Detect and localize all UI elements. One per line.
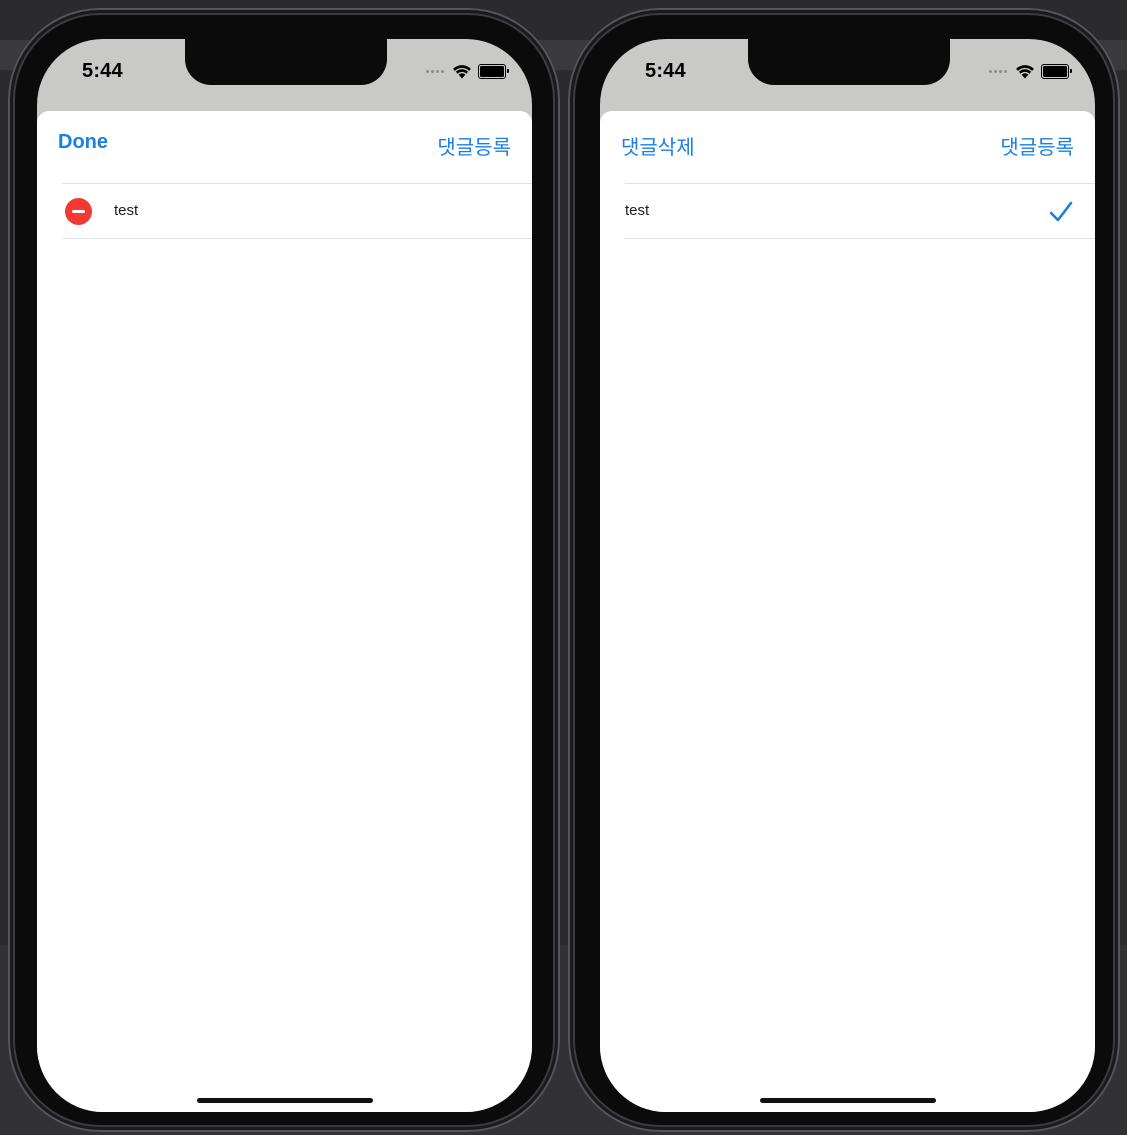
row-label: test [114, 202, 139, 219]
divider [62, 238, 532, 239]
register-comment-button[interactable]: 댓글등록 [1000, 131, 1074, 160]
navigation-bar: 댓글삭제 댓글등록 [600, 111, 1095, 183]
iphone-frame-normal: 5:44 댓글삭제 댓글등록 test [568, 8, 1120, 1132]
navigation-bar: Done 댓글등록 [37, 111, 532, 183]
status-time: 5:44 [645, 60, 686, 82]
divider [625, 238, 1095, 239]
iphone-frame-editing: 5:44 Done 댓글등록 test [8, 8, 560, 1132]
phone-screen: 5:44 댓글삭제 댓글등록 test [600, 39, 1095, 1112]
table-row[interactable]: test [37, 184, 532, 239]
comment-sheet: 댓글삭제 댓글등록 test [600, 111, 1095, 1112]
cellular-dots-icon [426, 69, 444, 73]
delete-comment-button[interactable]: 댓글삭제 [621, 131, 695, 160]
comment-sheet: Done 댓글등록 test [37, 111, 532, 1112]
done-button[interactable]: Done [58, 131, 108, 154]
wifi-icon [1016, 64, 1034, 78]
row-label: test [625, 202, 650, 219]
wifi-icon [453, 64, 471, 78]
register-comment-button[interactable]: 댓글등록 [437, 131, 511, 160]
notch [748, 39, 950, 85]
battery-icon [1041, 63, 1072, 79]
notch [185, 39, 387, 85]
cellular-dots-icon [989, 69, 1007, 73]
table-row[interactable]: test [600, 184, 1095, 239]
delete-minus-icon[interactable] [65, 198, 92, 225]
status-indicators [426, 61, 509, 81]
status-time: 5:44 [82, 60, 123, 82]
simulator-canvas: 5:44 Done 댓글등록 test 5:44 댓글삭제 댓글등록 test [0, 0, 1127, 1135]
status-indicators [989, 61, 1072, 81]
home-indicator[interactable] [197, 1098, 373, 1103]
home-indicator[interactable] [760, 1098, 936, 1103]
checkmark-icon [1049, 201, 1073, 222]
battery-icon [478, 63, 509, 79]
phone-screen: 5:44 Done 댓글등록 test [37, 39, 532, 1112]
